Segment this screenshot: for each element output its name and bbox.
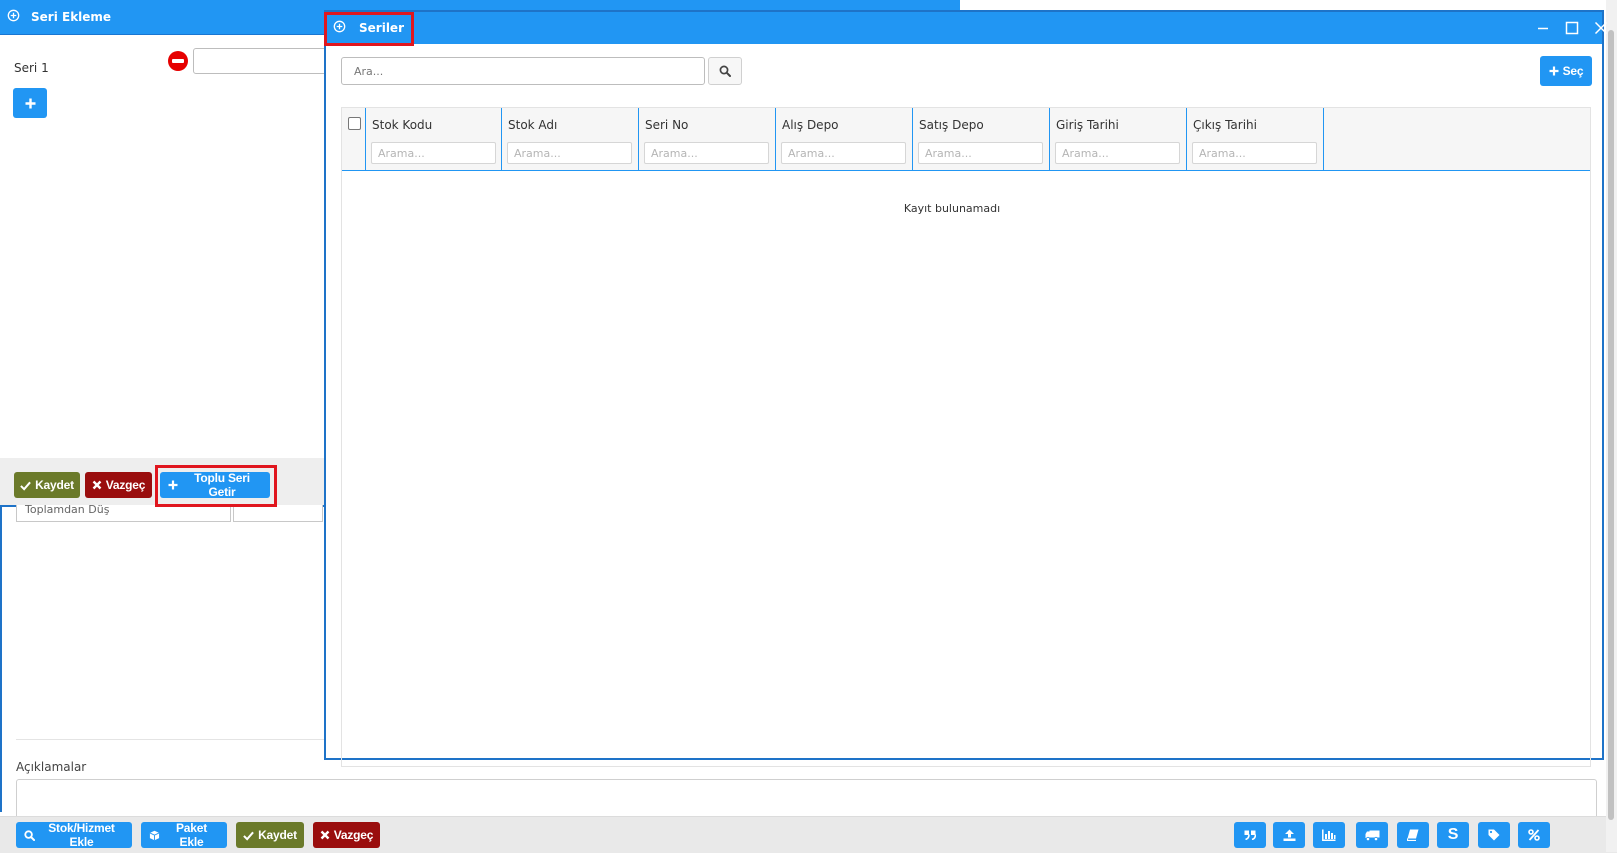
main-vazgec-button[interactable]: Vazgeç	[313, 822, 380, 848]
filter-alis-depo[interactable]	[781, 142, 906, 164]
quote-icon	[1244, 830, 1256, 840]
page-scrollbar[interactable]	[1606, 0, 1617, 852]
seriler-title: Seriler	[359, 21, 404, 35]
column-header-label: Satış Depo	[919, 118, 984, 132]
times-icon	[92, 480, 102, 490]
column-header-label: Stok Adı	[508, 118, 558, 132]
bar-chart-icon	[1322, 829, 1336, 841]
seriler-titlebar[interactable]: Seriler	[326, 12, 1608, 44]
filter-giris-tarihi[interactable]	[1055, 142, 1180, 164]
grid-header: Stok Kodu Stok Adı Seri No Alış Depo Sat…	[342, 108, 1590, 171]
s-button[interactable]: S	[1437, 822, 1469, 848]
column-cikis-tarihi[interactable]: Çıkış Tarihi	[1187, 108, 1324, 170]
filter-stok-kodu[interactable]	[371, 142, 496, 164]
filter-stok-adi[interactable]	[507, 142, 632, 164]
column-satis-depo[interactable]: Satış Depo	[913, 108, 1050, 170]
seri-kaydet-label: Kaydet	[35, 478, 74, 492]
plus-icon	[1549, 66, 1559, 76]
paket-ekle-button[interactable]: Paket Ekle	[141, 821, 227, 849]
seriler-search-input[interactable]	[341, 57, 705, 85]
seriler-window: Seriler Seç Stok Kodu	[324, 10, 1608, 767]
tag-icon	[1488, 829, 1500, 841]
seri-vazgec-button[interactable]: Vazgeç	[85, 472, 152, 498]
stok-hizmet-ekle-button[interactable]: Stok/Hizmet Ekle	[16, 821, 132, 849]
column-seri-no[interactable]: Seri No	[639, 108, 776, 170]
tag-button[interactable]	[1478, 822, 1510, 848]
main-kaydet-button[interactable]: Kaydet	[236, 822, 304, 848]
s-button-label: S	[1447, 826, 1459, 843]
quote-icon-button[interactable]	[1234, 822, 1266, 848]
column-giris-tarihi[interactable]: Giriş Tarihi	[1050, 108, 1187, 170]
chart-button[interactable]	[1313, 822, 1345, 848]
main-footer-toolbar: Stok/Hizmet Ekle Paket Ekle Kaydet Vazge…	[0, 816, 1617, 853]
paket-ekle-label: Paket Ekle	[175, 821, 208, 849]
column-stok-kodu[interactable]: Stok Kodu	[366, 108, 502, 170]
sec-label: Seç	[1562, 64, 1584, 78]
seri-ekleme-title: Seri Ekleme	[31, 10, 112, 24]
filter-seri-no[interactable]	[644, 142, 769, 164]
toplu-seri-getir-label: Toplu Seri Getir	[194, 471, 250, 499]
filter-satis-depo[interactable]	[918, 142, 1043, 164]
column-alis-depo[interactable]: Alış Depo	[776, 108, 913, 170]
seri-kaydet-button[interactable]: Kaydet	[14, 472, 80, 498]
main-vazgec-label: Vazgeç	[333, 828, 374, 842]
seri-vazgec-label: Vazgeç	[105, 478, 146, 492]
plus-icon	[168, 480, 178, 490]
toplu-seri-getir-button[interactable]: Toplu Seri Getir	[160, 471, 270, 499]
seri-1-label: Seri 1	[14, 61, 49, 75]
shipping-button[interactable]	[1356, 822, 1388, 848]
search-icon	[24, 829, 35, 841]
maximize-icon[interactable]	[1562, 18, 1582, 38]
empty-message: Kayıt bulunamadı	[903, 202, 1001, 215]
main-kaydet-label: Kaydet	[258, 828, 297, 842]
column-header-label: Çıkış Tarihi	[1193, 118, 1257, 132]
aciklamalar-textarea[interactable]	[16, 779, 1597, 821]
upload-button[interactable]	[1273, 822, 1305, 848]
times-icon	[320, 830, 330, 840]
page-scrollbar-thumb[interactable]	[1608, 30, 1614, 820]
book-button[interactable]	[1397, 822, 1429, 848]
seriler-search-button[interactable]	[708, 57, 742, 85]
column-header-label: Seri No	[645, 118, 689, 132]
remove-seri-icon[interactable]	[168, 51, 188, 71]
truck-icon	[1365, 830, 1380, 841]
filter-cikis-tarihi[interactable]	[1192, 142, 1317, 164]
column-header-label: Alış Depo	[782, 118, 839, 132]
search-icon	[719, 65, 731, 77]
column-stok-adi[interactable]: Stok Adı	[502, 108, 639, 170]
add-circle-icon	[7, 9, 20, 22]
seriler-grid: Stok Kodu Stok Adı Seri No Alış Depo Sat…	[341, 107, 1591, 767]
sec-button[interactable]: Seç	[1540, 56, 1592, 86]
select-all-column	[342, 108, 366, 170]
add-seri-button[interactable]	[13, 88, 47, 118]
check-icon	[20, 480, 31, 491]
stok-hizmet-ekle-label: Stok/Hizmet Ekle	[48, 821, 115, 849]
close-icon[interactable]	[1591, 18, 1611, 38]
upload-icon	[1283, 829, 1296, 841]
aciklamalar-label: Açıklamalar	[16, 760, 87, 774]
plus-icon	[25, 98, 36, 109]
column-header-label: Giriş Tarihi	[1056, 118, 1119, 132]
discount-button[interactable]	[1518, 822, 1550, 848]
book-icon	[1407, 829, 1419, 841]
minimize-icon[interactable]	[1533, 18, 1553, 38]
column-header-label: Stok Kodu	[372, 118, 433, 132]
package-icon	[149, 830, 160, 841]
add-circle-icon	[333, 20, 346, 33]
percent-icon	[1528, 829, 1540, 841]
select-all-checkbox[interactable]	[348, 117, 361, 130]
check-icon	[243, 830, 254, 841]
